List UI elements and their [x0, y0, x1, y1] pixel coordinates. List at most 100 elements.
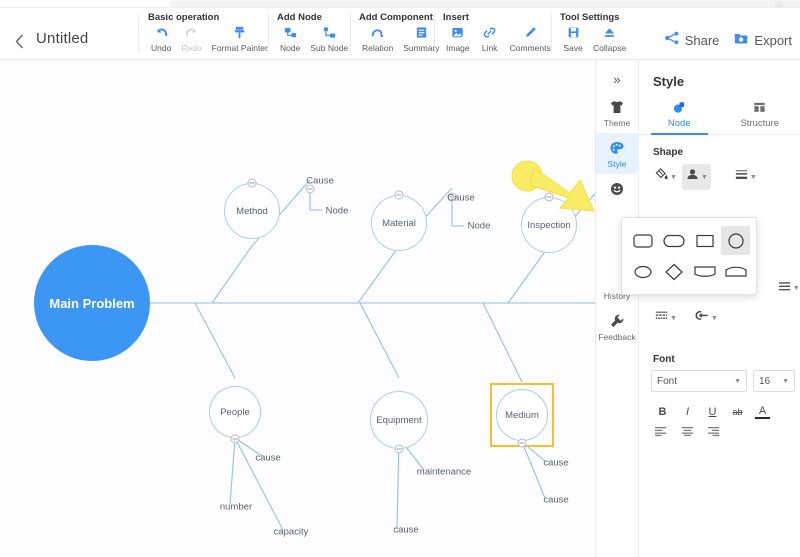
- collapse-toggle-medium[interactable]: [517, 438, 527, 448]
- add-relation-button[interactable]: Relation: [357, 24, 398, 53]
- rail-item-style[interactable]: Style: [595, 133, 639, 174]
- redo-button[interactable]: Redo: [176, 24, 206, 53]
- rail-label-theme: Theme: [603, 118, 631, 128]
- rail-item-emoji[interactable]: [596, 174, 639, 205]
- main-problem-node[interactable]: Main Problem: [34, 245, 150, 361]
- add-node-button[interactable]: Node: [275, 24, 305, 53]
- toolbar-group-insert: Insert Image Link Comments: [441, 12, 556, 58]
- shape-picker-button[interactable]: ▼: [681, 164, 711, 190]
- leaf-label-node-2[interactable]: Node: [468, 221, 491, 232]
- app-root: Untitled Basic operation Undo Redo Forma…: [0, 0, 800, 557]
- chevron-down-icon: ▼: [670, 314, 677, 322]
- tab-structure-label: Structure: [740, 118, 780, 129]
- collapse-toggle-people[interactable]: [230, 434, 240, 444]
- font-size-value: 16: [759, 375, 771, 387]
- node-icon: [283, 24, 298, 41]
- right-style-panel: » Theme Style History Feedback Style Nod…: [595, 60, 800, 557]
- leaf-label-cause-1[interactable]: Cause: [306, 176, 333, 187]
- strikethrough-button[interactable]: ab: [730, 404, 745, 419]
- comments-pencil-icon: [523, 24, 538, 41]
- save-label: Save: [563, 43, 583, 53]
- node-shape-icon: [672, 99, 687, 115]
- shape-option-rectangle[interactable]: [690, 226, 719, 255]
- align-left-button[interactable]: [655, 424, 668, 442]
- undo-arrow-icon: [154, 24, 169, 41]
- shape-option-flag-bottom[interactable]: [690, 257, 719, 286]
- shape-tool-row: ▼ ▼ ▼: [639, 158, 800, 190]
- collapse-toggle-method[interactable]: [247, 178, 257, 188]
- undo-button[interactable]: Undo: [146, 24, 176, 53]
- insert-image-button[interactable]: Image: [441, 24, 475, 53]
- text-format-row: B I U ab A: [639, 395, 770, 419]
- border-style-button[interactable]: ▼: [731, 165, 760, 189]
- branch-node-people[interactable]: People: [209, 386, 261, 438]
- align-right-button[interactable]: [707, 424, 720, 442]
- browser-chrome-strip: [0, 0, 800, 10]
- rail-item-theme[interactable]: Theme: [596, 92, 639, 133]
- line-weight-button[interactable]: ▼: [774, 277, 800, 301]
- shape-option-circle[interactable]: [721, 226, 750, 255]
- leaf-label-equipment-maintenance[interactable]: maintenance: [417, 467, 471, 478]
- leaf-label-medium-cause-2[interactable]: cause: [543, 495, 568, 506]
- shape-stamp-icon: [685, 167, 700, 187]
- leaf-label-node-1[interactable]: Node: [326, 206, 349, 217]
- font-color-button[interactable]: A: [755, 404, 770, 419]
- leaf-label-equipment-cause[interactable]: cause: [393, 525, 418, 536]
- leaf-label-medium-cause-1[interactable]: cause: [543, 458, 568, 469]
- fill-color-button[interactable]: ▼: [651, 164, 680, 190]
- insert-comments-button[interactable]: Comments: [505, 24, 556, 53]
- shape-option-diamond[interactable]: [659, 257, 688, 286]
- format-painter-button[interactable]: Format Painter: [207, 24, 273, 53]
- leaf-label-people-cause[interactable]: cause: [255, 453, 280, 464]
- branch-node-medium[interactable]: Medium: [496, 389, 548, 441]
- shape-option-stadium[interactable]: [659, 226, 688, 255]
- collapse-toggle-material[interactable]: [394, 190, 404, 200]
- chevron-down-icon: ▼: [710, 314, 718, 322]
- collapse-label: Collapse: [593, 43, 627, 53]
- tshirt-icon: [609, 98, 625, 116]
- shape-option-ellipse[interactable]: [628, 257, 657, 286]
- arrow-style-button[interactable]: ▼: [692, 306, 721, 330]
- lines-icon: [777, 280, 792, 298]
- branch-node-equipment[interactable]: Equipment: [370, 391, 428, 449]
- double-chevron-right-icon[interactable]: »: [596, 66, 639, 92]
- shape-option-rounded-rectangle[interactable]: [628, 226, 657, 255]
- font-size-select[interactable]: 16 ▼: [753, 370, 795, 392]
- save-button[interactable]: Save: [558, 24, 588, 53]
- export-button[interactable]: Export: [733, 30, 792, 51]
- toolbar-separator: [138, 14, 139, 52]
- shape-option-flag-top[interactable]: [721, 257, 750, 286]
- rail-item-feedback[interactable]: Feedback: [596, 306, 639, 347]
- document-title[interactable]: Untitled: [36, 30, 88, 47]
- back-button[interactable]: [8, 30, 30, 52]
- paint-bucket-icon: [654, 167, 669, 187]
- align-center-button[interactable]: [681, 424, 694, 442]
- shape-grid: [628, 226, 750, 286]
- branch-node-method[interactable]: Method: [224, 183, 280, 239]
- export-label: Export: [754, 33, 792, 48]
- toolbar-group-add-component: Add Component Relation Summary: [357, 12, 445, 58]
- branch-node-inspection[interactable]: Inspection: [521, 197, 577, 253]
- collapse-toggle-equipment[interactable]: [394, 444, 404, 454]
- insert-link-button[interactable]: Link: [475, 24, 505, 53]
- font-family-select[interactable]: Font ▼: [651, 370, 747, 392]
- undo-label: Undo: [151, 43, 172, 53]
- tab-structure[interactable]: Structure: [720, 99, 800, 134]
- add-sub-node-button[interactable]: Sub Node: [305, 24, 353, 53]
- chevron-down-icon: ▼: [749, 173, 757, 181]
- branch-node-material[interactable]: Material: [371, 195, 427, 251]
- tab-node[interactable]: Node: [639, 99, 720, 135]
- panel-body: Style Node Structure Shape ▼ ▼ ▼ ▼ ▼ ▼ F…: [621, 60, 800, 557]
- collapse-toggle-inspection[interactable]: [544, 192, 554, 202]
- leaf-label-cause-2[interactable]: Cause: [447, 193, 474, 204]
- top-toolbar: Untitled Basic operation Undo Redo Forma…: [0, 8, 800, 60]
- shape-picker-popup[interactable]: [621, 217, 757, 295]
- collapse-icon: [602, 24, 617, 41]
- leaf-label-people-capacity[interactable]: capacity: [274, 527, 309, 538]
- text-align-row: [639, 417, 720, 442]
- share-button[interactable]: Share: [664, 30, 719, 51]
- leaf-label-people-number[interactable]: number: [220, 502, 252, 513]
- border-dash-button[interactable]: ▼: [651, 306, 680, 330]
- collapse-button[interactable]: Collapse: [588, 24, 631, 53]
- add-summary-button[interactable]: Summary: [398, 24, 444, 53]
